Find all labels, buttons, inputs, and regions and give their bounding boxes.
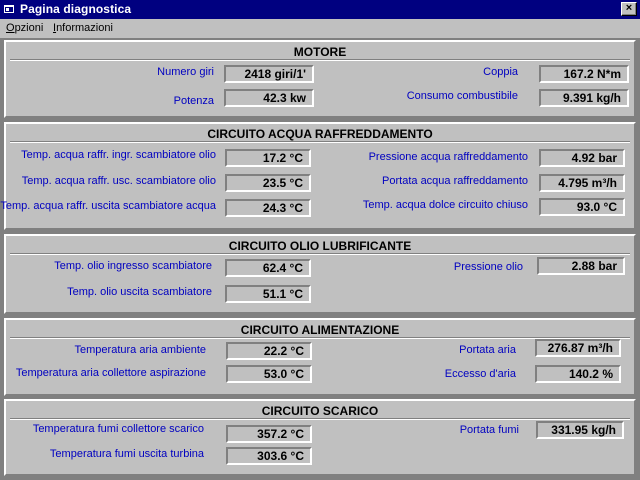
value-temperatura-aria-ambiente: 22.2 °C: [226, 342, 312, 360]
panel-separator: [10, 141, 630, 143]
value-temp-acqua-uscita-scamb-acqua: 24.3 °C: [225, 199, 311, 217]
value-eccesso-aria: 140.2 %: [535, 365, 621, 383]
panel-title: CIRCUITO SCARICO: [261, 404, 379, 418]
value-consumo-combustibile: 9.391 kg/h: [539, 89, 629, 107]
label-temperatura-aria-collettore: Temperatura aria collettore aspirazione: [15, 367, 206, 379]
menu-informazioni-label: nformazioni: [56, 22, 113, 34]
panel-alimentazione: CIRCUITO ALIMENTAZIONE Temperatura aria …: [4, 318, 636, 396]
label-coppia: Coppia: [483, 66, 518, 78]
value-portata-acqua: 4.795 m³/h: [539, 174, 625, 192]
value-potenza: 42.3 kw: [224, 89, 314, 107]
panel-motore: MOTORE Numero giri 2418 giri/1' Potenza …: [4, 40, 636, 118]
label-pressione-olio: Pressione olio: [453, 261, 523, 273]
label-temp-olio-ingresso: Temp. olio ingresso scambiatore: [54, 260, 212, 272]
app-icon: [4, 5, 14, 13]
panel-title: CIRCUITO ALIMENTAZIONE: [240, 323, 400, 337]
panel-separator: [10, 253, 630, 255]
value-temperatura-aria-collettore: 53.0 °C: [226, 365, 312, 383]
label-potenza: Potenza: [173, 95, 214, 107]
close-icon: ×: [625, 2, 633, 14]
label-temp-acqua-uscita-scamb-acqua: Temp. acqua raffr. uscita scambiatore ac…: [0, 200, 216, 212]
panel-olio: CIRCUITO OLIO LUBRIFICANTE Temp. olio in…: [4, 234, 636, 314]
panel-title: MOTORE: [293, 45, 347, 59]
menu-opzioni-label: pzioni: [14, 22, 44, 34]
label-temp-acqua-usc-scamb-olio: Temp. acqua raffr. usc. scambiatore olio: [21, 175, 216, 187]
window-title: Pagina diagnostica: [20, 2, 132, 16]
panel-scarico: CIRCUITO SCARICO Temperatura fumi collet…: [4, 399, 636, 476]
close-button[interactable]: ×: [621, 2, 637, 16]
value-portata-aria: 276.87 m³/h: [535, 339, 621, 357]
label-portata-acqua: Portata acqua raffreddamento: [382, 175, 528, 187]
menu-informazioni[interactable]: Informazioni: [53, 22, 113, 34]
value-temp-olio-uscita: 51.1 °C: [225, 285, 311, 303]
value-temp-acqua-ingr-scamb-olio: 17.2 °C: [225, 149, 311, 167]
label-portata-aria: Portata aria: [459, 344, 516, 356]
label-eccesso-aria: Eccesso d'aria: [444, 368, 516, 380]
panel-acqua: CIRCUITO ACQUA RAFFREDDAMENTO Temp. acqu…: [0, 122, 636, 230]
panel-title: CIRCUITO ACQUA RAFFREDDAMENTO: [207, 127, 433, 141]
label-temp-olio-uscita: Temp. olio uscita scambiatore: [67, 286, 212, 298]
value-portata-fumi: 331.95 kg/h: [536, 421, 624, 439]
menu-bar: Opzioni Informazioni: [0, 19, 640, 38]
label-temperatura-fumi-collettore: Temperatura fumi collettore scarico: [32, 423, 204, 435]
value-temperatura-fumi-uscita: 303.6 °C: [226, 447, 312, 465]
value-temp-olio-ingresso: 62.4 °C: [225, 259, 311, 277]
title-bar[interactable]: Pagina diagnostica ×: [0, 0, 640, 19]
value-pressione-olio: 2.88 bar: [537, 257, 625, 275]
label-temp-acqua-dolce: Temp. acqua dolce circuito chiuso: [362, 199, 528, 211]
value-numero-giri: 2418 giri/1': [224, 65, 314, 83]
menu-opzioni-accel: O: [6, 22, 15, 34]
label-temperatura-fumi-uscita: Temperatura fumi uscita turbina: [49, 448, 204, 460]
label-consumo-combustibile: Consumo combustibile: [406, 90, 518, 102]
value-temp-acqua-usc-scamb-olio: 23.5 °C: [225, 174, 311, 192]
label-numero-giri: Numero giri: [157, 66, 214, 78]
label-temperatura-aria-ambiente: Temperatura aria ambiente: [74, 344, 206, 356]
label-pressione-acqua: Pressione acqua raffreddamento: [368, 151, 528, 163]
label-temp-acqua-ingr-scamb-olio: Temp. acqua raffr. ingr. scambiatore oli…: [21, 149, 216, 161]
value-coppia: 167.2 N*m: [539, 65, 629, 83]
value-temperatura-fumi-collettore: 357.2 °C: [226, 425, 312, 443]
label-portata-fumi: Portata fumi: [459, 424, 519, 436]
panel-separator: [10, 418, 630, 420]
panel-title: CIRCUITO OLIO LUBRIFICANTE: [228, 239, 412, 253]
value-pressione-acqua: 4.92 bar: [539, 149, 625, 167]
menu-opzioni[interactable]: Opzioni: [6, 22, 43, 34]
panel-separator: [10, 59, 630, 61]
value-temp-acqua-dolce: 93.0 °C: [539, 198, 625, 216]
